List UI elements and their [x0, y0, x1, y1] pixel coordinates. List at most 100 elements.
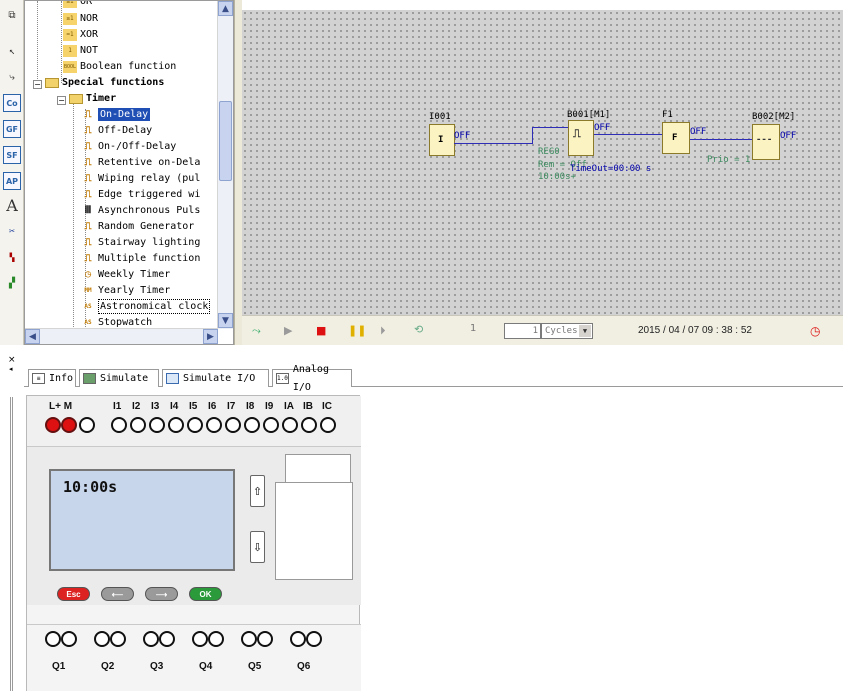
- tree-item-boolean-function[interactable]: BOOL Boolean function: [63, 60, 176, 73]
- tab-simulate-io[interactable]: Simulate I/O: [162, 369, 269, 387]
- scroll-up-icon[interactable]: ▲: [218, 1, 233, 16]
- logo-device: L+ M I1 I2 I3 I4 I5 I6 I7 I8 I9 IA IB IC: [26, 395, 361, 691]
- scroll-down-icon[interactable]: ▼: [218, 313, 233, 328]
- on-delay-block-b001[interactable]: ⎍: [568, 120, 594, 156]
- tree-item-retentive-on-delay[interactable]: ⎍ Retentive on-Dela: [81, 156, 201, 169]
- clock-icon[interactable]: ◷: [810, 324, 820, 338]
- input-terminal-i1[interactable]: [111, 417, 127, 433]
- tab-info[interactable]: ≡ Info: [28, 369, 76, 387]
- arrow-right-button[interactable]: ⟶: [145, 587, 178, 601]
- circuit-diagram-canvas[interactable]: I001 I OFF B001[M1] ⎍ OFF REG0 Rem = Off…: [242, 10, 843, 315]
- output-label-q6: Q6: [297, 661, 311, 672]
- collapse-timer[interactable]: −: [57, 96, 66, 105]
- tab-analog-io[interactable]: 1.0 Analog I/O: [272, 364, 352, 393]
- input-terminal-i4[interactable]: [168, 417, 184, 433]
- select-pointer-icon[interactable]: ↖: [3, 42, 21, 60]
- arrow-left-button[interactable]: ⟵: [101, 587, 134, 601]
- input-terminal-ic[interactable]: [320, 417, 336, 433]
- collapse-special-functions[interactable]: −: [33, 80, 42, 89]
- text-tool-icon[interactable]: A: [3, 196, 21, 215]
- tree-item-astronomical-clock[interactable]: AS Astronomical clock: [81, 299, 211, 314]
- basic-functions-tool-icon[interactable]: GF: [3, 120, 21, 138]
- reset-icon[interactable]: ⟲: [414, 323, 423, 336]
- input-terminal-i3[interactable]: [149, 417, 165, 433]
- tree-item-random-generator[interactable]: ⎍ Random Generator: [81, 220, 195, 233]
- io-status-icon[interactable]: ▚: [3, 248, 21, 266]
- input-terminal-i6[interactable]: [206, 417, 222, 433]
- tree-item-yearly-timer[interactable]: MM Yearly Timer: [81, 284, 170, 297]
- cut-connection-icon[interactable]: ✂: [3, 222, 21, 240]
- tree-item-not[interactable]: 1 NOT: [63, 44, 98, 57]
- input-terminal-i5[interactable]: [187, 417, 203, 433]
- tree-item-on-delay[interactable]: ⎍ On-Delay: [81, 108, 151, 121]
- switch-icon[interactable]: ⤳: [252, 324, 261, 338]
- tree-horizontal-scrollbar[interactable]: ◀ ▶: [25, 328, 218, 344]
- chevron-left-icon[interactable]: ◂: [9, 365, 13, 373]
- output-terminal-q6a: [290, 631, 306, 647]
- pause-icon[interactable]: ❚❚: [348, 324, 366, 337]
- lcd-text: 10:00s: [63, 478, 118, 496]
- input-terminal-ia[interactable]: [282, 417, 298, 433]
- tree-item-stairway-lighting[interactable]: ⎍ Stairway lighting: [81, 236, 201, 249]
- tree-item-weekly-timer[interactable]: ◷ Weekly Timer: [81, 268, 170, 281]
- simulate-io-icon: [166, 373, 179, 384]
- flag-block-f1[interactable]: F: [662, 122, 690, 154]
- tree-folder-special-functions[interactable]: Special functions: [45, 76, 164, 89]
- message-block-b002[interactable]: ---: [752, 124, 780, 160]
- input-terminal-strip: L+ M I1 I2 I3 I4 I5 I6 I7 I8 I9 IA IB IC: [27, 396, 361, 447]
- tree-item-multiple-function[interactable]: ⎍ Multiple function: [81, 252, 201, 265]
- input-block-i001[interactable]: I: [429, 124, 455, 156]
- input-terminal-i8[interactable]: [244, 417, 260, 433]
- cycles-select[interactable]: Cycles ▼: [541, 323, 593, 339]
- chevron-down-icon[interactable]: ▼: [579, 325, 591, 337]
- tree-folder-timer[interactable]: Timer: [69, 92, 116, 105]
- dock-grip[interactable]: [10, 397, 13, 691]
- connect-tool-icon[interactable]: ⤷: [3, 68, 21, 86]
- random-generator-icon: ⎍: [84, 220, 92, 232]
- arrow-up-button[interactable]: ⇧: [250, 475, 265, 507]
- step-icon[interactable]: ⏵: [380, 324, 386, 338]
- tree-item-on-off-delay[interactable]: ⎍ On-/Off-Delay: [81, 140, 177, 153]
- simulation-toolbar: ⤳ ▶ ■ ❚❚ ⏵ ⟲ 1 1 Cycles ▼ 2015 / 04 / 07…: [242, 315, 843, 345]
- dock-tabs: ≡ Info Simulate Simulate I/O 1.0 Analog I/…: [24, 364, 843, 393]
- simulation-tool-icon[interactable]: ▞: [3, 274, 21, 292]
- scroll-right-icon[interactable]: ▶: [203, 329, 218, 344]
- constants-tool-icon[interactable]: Co: [3, 94, 21, 112]
- tab-simulate[interactable]: Simulate: [79, 369, 159, 387]
- input-terminal-ib[interactable]: [301, 417, 317, 433]
- arrow-down-button[interactable]: ⇩: [250, 531, 265, 563]
- input-terminal-i2[interactable]: [130, 417, 146, 433]
- boolean-function-icon: BOOL: [63, 60, 77, 73]
- ok-button[interactable]: OK: [189, 587, 222, 601]
- b001-timeout: TimeOut=00:00 s: [570, 164, 652, 174]
- app-functions-tool-icon[interactable]: AP: [3, 172, 21, 190]
- input-terminal-i9[interactable]: [263, 417, 279, 433]
- panel-splitter[interactable]: [234, 0, 242, 345]
- cycles-input[interactable]: 1: [504, 323, 541, 339]
- tree-item-off-delay[interactable]: ⎍ Off-Delay: [81, 124, 153, 137]
- tools-toolbar: ⧉ ↖ ⤷ Co GF SF AP A ✂ ▚ ▞: [0, 0, 24, 345]
- special-functions-tool-icon[interactable]: SF: [3, 146, 21, 164]
- output-terminal-q3b: [159, 631, 175, 647]
- tree-vertical-scrollbar[interactable]: ▲ ▼: [217, 1, 233, 329]
- tree-item-or[interactable]: ≥1 OR: [63, 1, 92, 8]
- scroll-left-icon[interactable]: ◀: [25, 329, 40, 344]
- power-label: L+ M: [49, 401, 73, 412]
- tree-item-nor[interactable]: ≥1 NOR: [63, 12, 98, 25]
- i001-state: OFF: [454, 131, 471, 141]
- tree-item-asynchronous-pulse[interactable]: Ⅲ Asynchronous Puls: [81, 204, 201, 217]
- output-terminal-q5b: [257, 631, 273, 647]
- stop-icon[interactable]: ■: [316, 324, 326, 337]
- close-icon[interactable]: ×: [8, 355, 16, 365]
- esc-button[interactable]: Esc: [57, 587, 90, 601]
- stairway-lighting-icon: ⎍: [84, 236, 92, 248]
- tree-item-xor[interactable]: =1 XOR: [63, 28, 98, 41]
- info-icon: ≡: [32, 373, 45, 384]
- input-terminal-i7[interactable]: [225, 417, 241, 433]
- tree-item-wiping-relay[interactable]: ⎍ Wiping relay (pul: [81, 172, 201, 185]
- play-icon[interactable]: ▶: [284, 324, 292, 337]
- block-tool-icon[interactable]: ⧉: [3, 6, 21, 24]
- tree-scroll-thumb[interactable]: [219, 101, 232, 181]
- b001-label: B001[M1]: [567, 110, 611, 120]
- tree-item-edge-triggered[interactable]: ⎍ Edge triggered wi: [81, 188, 201, 201]
